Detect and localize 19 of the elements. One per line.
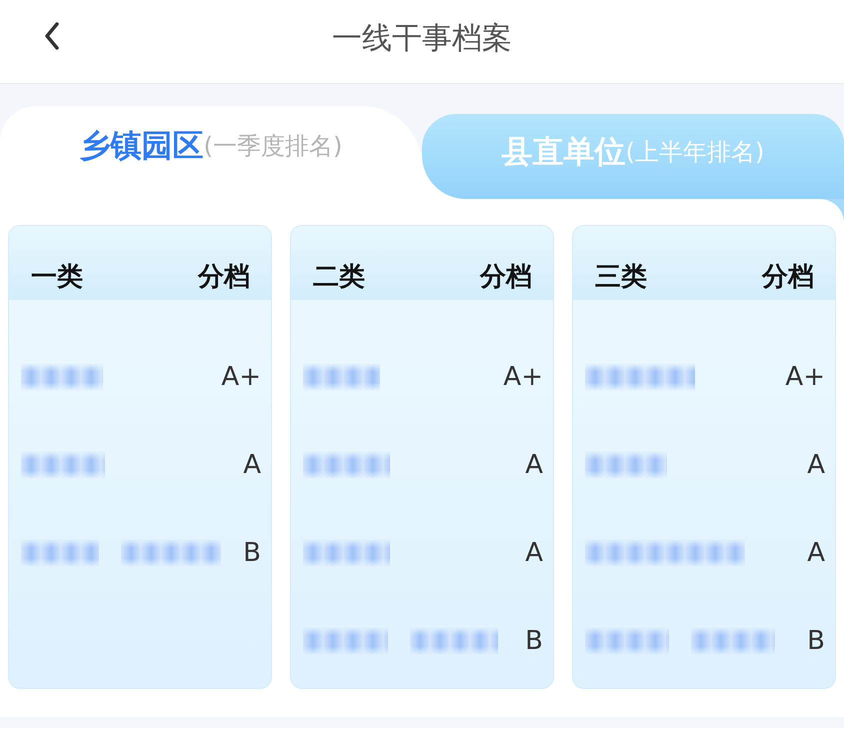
page-title: 一线干事档案 <box>332 20 512 56</box>
grade-label: A <box>525 449 543 481</box>
grade-heading: 分档 <box>198 261 250 294</box>
grade-heading: 分档 <box>480 261 532 294</box>
grade-heading: 分档 <box>762 261 814 294</box>
grade-label: B <box>525 625 543 657</box>
category-title: 二类 <box>313 261 365 294</box>
category-title: 一类 <box>31 261 83 294</box>
grade-label: B <box>243 537 261 569</box>
grade-label: A <box>525 537 543 569</box>
grade-label: A <box>807 449 825 481</box>
grade-label: A+ <box>785 361 825 393</box>
grade-label: A <box>807 537 825 569</box>
grade-label: A <box>243 449 261 481</box>
grade-label: A+ <box>221 361 261 393</box>
grade-label: B <box>807 625 825 657</box>
back-chevron-icon <box>44 22 60 50</box>
category-title: 三类 <box>595 261 647 294</box>
grade-label: A+ <box>503 361 543 393</box>
